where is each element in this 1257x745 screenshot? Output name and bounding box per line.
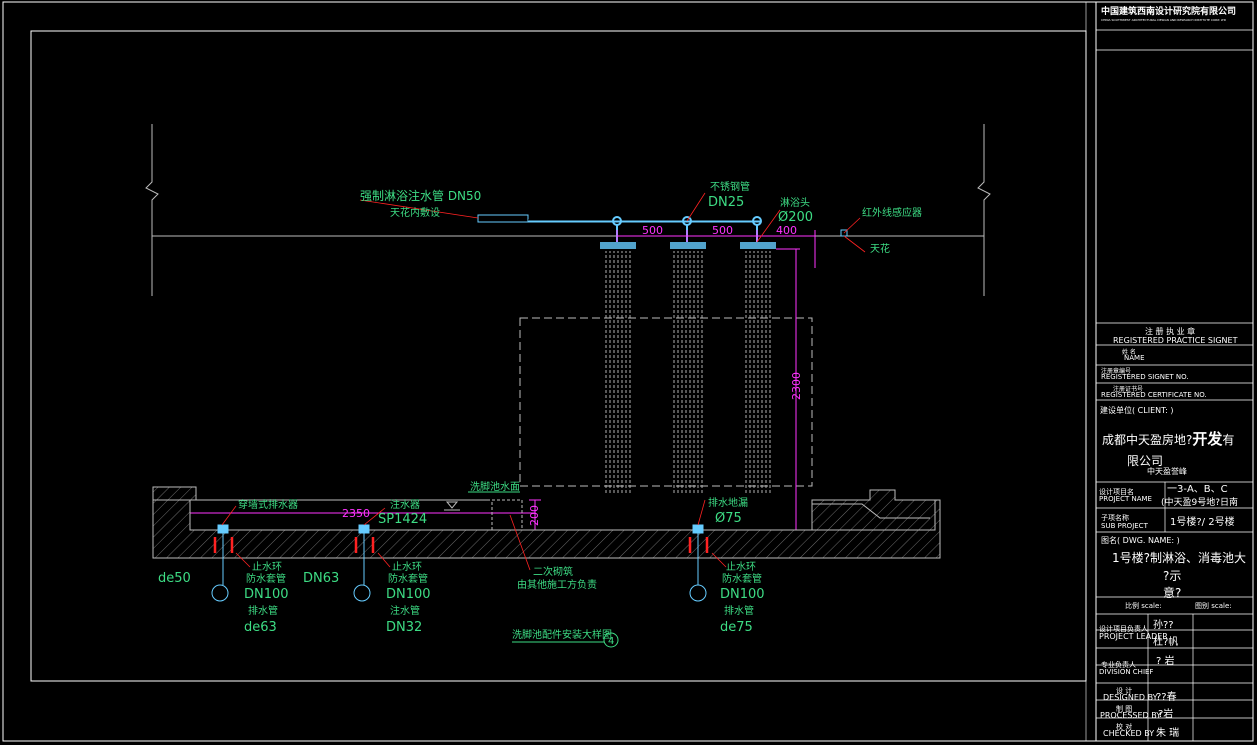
secondary-label: 二次砌筑 <box>533 565 573 578</box>
project-label-en: PROJECT NAME <box>1099 495 1152 503</box>
sleeve-size-3: DN100 <box>720 587 765 602</box>
client-line-1c: 有 <box>1222 433 1235 447</box>
inlet-label: 注水器 <box>390 498 420 511</box>
shower-head-label: 淋浴头 <box>780 196 810 209</box>
floor-drain-size: Ø75 <box>715 511 742 526</box>
drain-pipe-1: 排水管 <box>248 604 278 617</box>
stop-ring-2: 止水环 <box>392 561 422 573</box>
designed-value: ??春 <box>1156 692 1177 703</box>
water-level-symbol <box>444 501 460 511</box>
pipe-valve <box>477 214 529 223</box>
inlet-model: SP1424 <box>378 512 427 527</box>
drain-pipe-3: 排水管 <box>724 604 754 617</box>
dwg-label: 图名( DWG. NAME: ) <box>1101 536 1180 545</box>
shower-head-size: Ø200 <box>778 210 813 225</box>
client-line-1b: 开发 <box>1192 430 1223 448</box>
project-value-1: 一3-A、B、C <box>1167 484 1228 495</box>
drain-pipe-size-1: de63 <box>244 620 277 635</box>
dim-200: 200 <box>528 505 541 526</box>
reg-signet-en: REGISTERED SIGNET NO. <box>1101 373 1189 381</box>
client-label: 建设单位( CLIENT: ) <box>1100 406 1174 415</box>
sleeve-3: 防水套管 <box>722 572 762 585</box>
checked-en: CHECKED BY <box>1103 729 1155 738</box>
detail-number: 4 <box>608 636 614 647</box>
de50-label: de50 <box>158 571 191 586</box>
reg-cert-en: REGISTERED CERTIFICATE NO. <box>1101 391 1207 399</box>
sensor-label: 红外线感应器 <box>862 206 922 219</box>
processed-en: PROCESSED BY <box>1100 711 1162 720</box>
company-name-cn: 中国建筑西南设计研究院有限公司 <box>1101 7 1237 17</box>
pool-structure <box>152 486 941 559</box>
left-wall-break <box>145 124 159 296</box>
dwg-line-1: 1号楼?制淋浴、消毒池大 <box>1112 551 1247 565</box>
checked-value: 朱 瑞 <box>1156 728 1180 739</box>
cad-drawing: 强制淋浴注水管 DN50 天花内敷设 不锈钢管 DN25 淋浴头 Ø200 红外… <box>2 1 1254 742</box>
scale-label: 比例 scale: <box>1125 602 1162 610</box>
pool-water-label: 洗脚池水面 <box>470 480 520 493</box>
leader-value-2: 杜?帆 <box>1153 637 1179 648</box>
dn63-label: DN63 <box>303 571 339 586</box>
drain-left-label: 穿墙式排水器 <box>238 498 298 511</box>
dim-500-a: 500 <box>642 224 663 237</box>
dim-2300: 2300 <box>790 372 803 400</box>
stop-ring-3: 止水环 <box>726 561 756 573</box>
steel-pipe-size: DN25 <box>708 195 744 210</box>
sleeve-2: 防水套管 <box>388 572 428 585</box>
sleeve-size-1: DN100 <box>244 587 289 602</box>
dwg-line-2: ?示 <box>1163 569 1182 583</box>
chief-en: DIVISION CHIEF <box>1099 668 1154 676</box>
drain-pipe-size-3: de75 <box>720 620 753 635</box>
dwg-line-3: 意? <box>1163 586 1182 600</box>
dim-2350: 2350 <box>342 507 370 520</box>
shower-heads <box>600 242 776 493</box>
chief-value: ? 岩 <box>1156 656 1175 667</box>
signet-en: REGISTERED PRACTICE SIGNET <box>1113 336 1238 345</box>
sleeve-1: 防水套管 <box>246 572 286 585</box>
client-line-1: 成都中天盈房地?开发有 <box>1102 428 1234 449</box>
project-value-2: (中天盈9号地?日南 <box>1161 498 1239 508</box>
pipe-main-sub: 天花内敷设 <box>390 206 440 219</box>
right-wall-break <box>977 124 991 296</box>
detail-title: 洗脚池配件安装大样图 <box>512 628 612 641</box>
floor-drain-label: 排水地漏 <box>708 496 748 509</box>
stop-ring-1: 止水环 <box>252 561 282 573</box>
name-en: NAME <box>1124 354 1145 362</box>
client-line-1a: 成都中天盈房地? <box>1102 433 1193 447</box>
project-short: 中天盈誉峰 <box>1147 467 1187 476</box>
secondary-sub: 由其他施工方负责 <box>517 578 597 591</box>
sleeve-size-2: DN100 <box>386 587 431 602</box>
processed-value: ?岩 <box>1158 709 1174 720</box>
inlet-pipe-2: 注水管 <box>390 604 420 617</box>
sub-project-en: SUB PROJECT <box>1101 522 1148 530</box>
sub-project-value: 1号楼?/ 2号楼 <box>1170 517 1235 528</box>
inlet-pipe-size-2: DN32 <box>386 620 422 635</box>
leader-value-1: 孙?? <box>1153 620 1174 631</box>
dim-500-b: 500 <box>712 224 733 237</box>
company-name-en: CHINA SOUTHWEST ARCHITECTURAL DESIGN AND… <box>1101 18 1227 22</box>
pipe-main-label: 强制淋浴注水管 DN50 <box>360 188 481 203</box>
dwg-no-label: 图别 scale: <box>1195 602 1232 610</box>
steel-pipe-label: 不锈钢管 <box>710 180 750 193</box>
dim-400: 400 <box>776 224 797 237</box>
designed-en: DESIGNED BY <box>1103 693 1158 702</box>
ceiling-label: 天花 <box>870 242 890 255</box>
